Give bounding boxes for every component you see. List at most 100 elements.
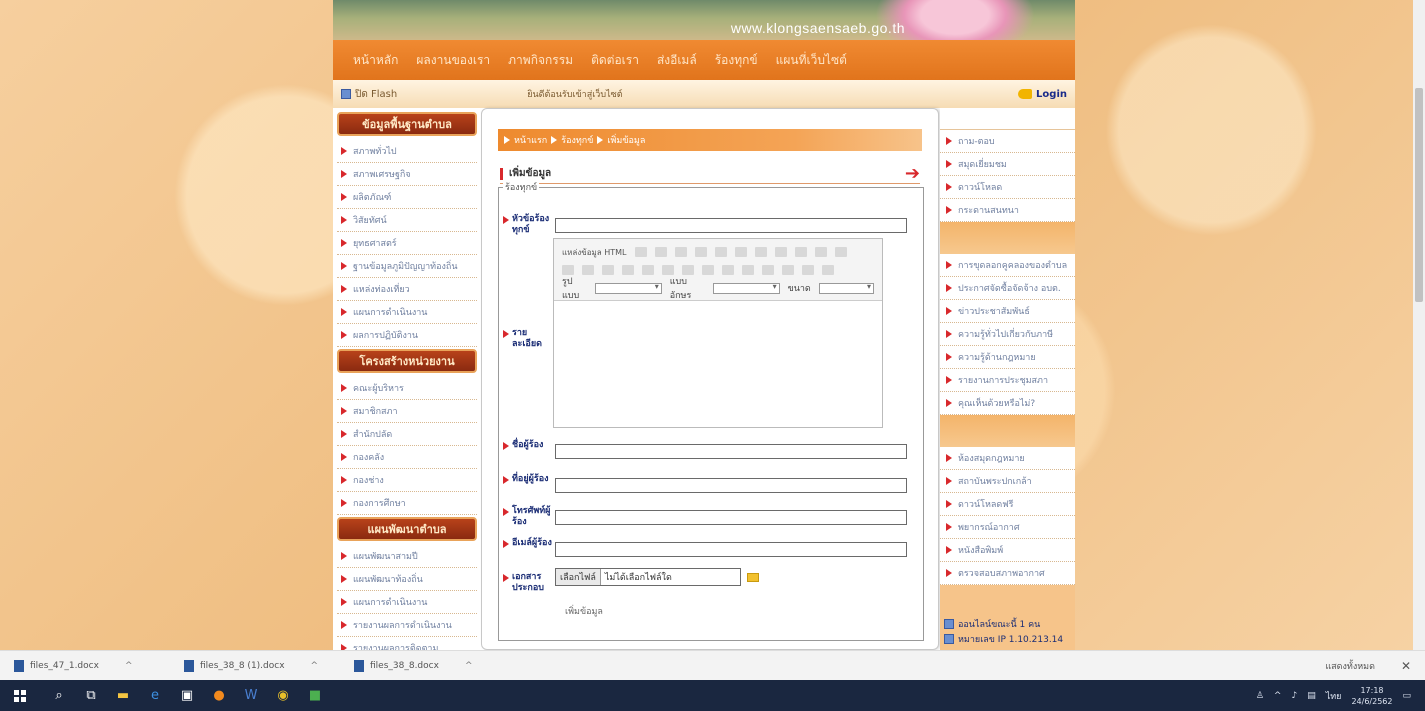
left-item[interactable]: สภาพทั่วไป — [337, 140, 477, 163]
right-item[interactable]: หนังสือพิมพ์ — [940, 539, 1075, 562]
chevron-up-icon[interactable]: ^ — [1274, 691, 1282, 701]
right-item[interactable]: ถาม-ตอบ — [940, 130, 1075, 153]
justify-icon[interactable] — [762, 265, 774, 275]
chrome-icon[interactable]: ◉ — [270, 680, 296, 711]
word-icon[interactable]: W — [238, 680, 264, 711]
left-item[interactable]: กองการศึกษา — [337, 492, 477, 515]
left-item[interactable]: สภาพเศรษฐกิจ — [337, 163, 477, 186]
network-icon[interactable]: ▤ — [1307, 691, 1316, 701]
show-all-link[interactable]: แสดงทั้งหมด — [1325, 659, 1375, 673]
paste-text-icon[interactable] — [622, 265, 634, 275]
left-item[interactable]: คณะผู้บริหาร — [337, 377, 477, 400]
left-item[interactable]: ผลิตภัณฑ์ — [337, 186, 477, 209]
left-item[interactable]: สมาชิกสภา — [337, 400, 477, 423]
download-item[interactable]: files_38_8 (1).docx ^ — [170, 659, 340, 672]
right-item[interactable]: ความรู้ทั่วไปเกี่ยวกับภาษี — [940, 323, 1075, 346]
left-item[interactable]: กองคลัง — [337, 446, 477, 469]
flash-toggle[interactable]: ปิด Flash — [341, 87, 397, 102]
task-view-icon[interactable]: ⧉ — [78, 680, 104, 711]
right-item[interactable]: การขุดลอกคูคลองของตำบล — [940, 254, 1075, 277]
edge-icon[interactable]: e — [142, 680, 168, 711]
firefox-icon[interactable]: ● — [206, 680, 232, 711]
right-item[interactable]: สมุดเยี่ยมชม — [940, 153, 1075, 176]
app-icon[interactable]: ■ — [302, 680, 328, 711]
subject-input[interactable] — [555, 218, 907, 233]
paste-word-icon[interactable] — [642, 265, 654, 275]
volume-icon[interactable]: ♪ — [1291, 691, 1297, 701]
nav-complaint[interactable]: ร้องทุกข์ — [715, 51, 758, 70]
italic-icon[interactable] — [654, 247, 667, 257]
download-item[interactable]: files_38_8.docx ^ — [340, 659, 510, 672]
right-item[interactable]: สถาบันพระปกเกล้า — [940, 470, 1075, 493]
page-scrollbar[interactable] — [1413, 0, 1425, 650]
link-icon[interactable] — [782, 265, 794, 275]
left-item[interactable]: ยุทธศาสตร์ — [337, 232, 477, 255]
anchor-icon[interactable] — [822, 265, 834, 275]
outdent-icon[interactable] — [794, 247, 807, 257]
indent-icon[interactable] — [814, 247, 827, 257]
bullet-list-icon[interactable] — [774, 247, 787, 257]
right-item[interactable]: ตรวจสอบสภาพอากาศ — [940, 562, 1075, 585]
right-item[interactable]: ห้องสมุดกฎหมาย — [940, 447, 1075, 470]
strikethrough-icon[interactable] — [694, 247, 707, 257]
subscript-icon[interactable] — [714, 247, 727, 257]
people-icon[interactable]: ♙ — [1256, 691, 1264, 701]
nav-contact[interactable]: ติดต่อเรา — [591, 51, 639, 70]
size-select[interactable] — [818, 282, 874, 294]
underline-icon[interactable] — [674, 247, 687, 257]
name-input[interactable] — [555, 444, 907, 459]
right-item[interactable]: คุณเห็นด้วยหรือไม่? — [940, 392, 1075, 415]
left-item[interactable]: ฐานข้อมูลภูมิปัญญาท้องถิ่น — [337, 255, 477, 278]
right-item[interactable]: รายงานการประชุมสภา — [940, 369, 1075, 392]
left-item[interactable]: แผนพัฒนาท้องถิ่น — [337, 568, 477, 591]
format-select[interactable] — [595, 282, 662, 294]
numbered-list-icon[interactable] — [754, 247, 767, 257]
nav-activities[interactable]: ภาพกิจกรรม — [508, 51, 573, 70]
right-item[interactable]: ดาวน์โหลด — [940, 176, 1075, 199]
right-item[interactable]: กระดานสนทนา — [940, 199, 1075, 222]
clock[interactable]: 17:18 24/6/2562 — [1351, 685, 1392, 707]
bold-icon[interactable] — [634, 247, 647, 257]
editor-body[interactable] — [554, 301, 882, 427]
left-item[interactable]: รายงานผลการดำเนินงาน — [337, 614, 477, 637]
crumb-home[interactable]: หน้าแรก — [514, 133, 547, 147]
left-item[interactable]: วิสัยทัศน์ — [337, 209, 477, 232]
store-icon[interactable]: ▣ — [174, 680, 200, 711]
file-input[interactable]: เลือกไฟล์ ไม่ได้เลือกไฟล์ใด — [555, 568, 741, 586]
left-item[interactable]: แผนการดำเนินงาน — [337, 591, 477, 614]
notifications-icon[interactable]: ▭ — [1402, 691, 1411, 701]
address-input[interactable] — [555, 478, 907, 493]
align-center-icon[interactable] — [722, 265, 734, 275]
crumb-complaint[interactable]: ร้องทุกข์ — [561, 133, 593, 147]
language-indicator[interactable]: ไทย — [1326, 689, 1342, 703]
login-link[interactable]: Login — [1018, 89, 1067, 100]
search-icon[interactable]: ⌕ — [46, 680, 72, 711]
left-item[interactable]: แหล่งท่องเที่ยว — [337, 278, 477, 301]
left-item[interactable]: ผลการปฏิบัติงาน — [337, 324, 477, 347]
nav-home[interactable]: หน้าหลัก — [353, 51, 398, 70]
left-item[interactable]: แผนการดำเนินงาน — [337, 301, 477, 324]
source-html-button[interactable]: แหล่งข้อมูล HTML — [562, 246, 627, 259]
scrollbar-thumb[interactable] — [1415, 88, 1423, 302]
download-item[interactable]: files_47_1.docx ^ — [0, 659, 170, 672]
choose-file-button[interactable]: เลือกไฟล์ — [556, 569, 601, 585]
align-right-icon[interactable] — [742, 265, 754, 275]
left-item[interactable]: สำนักปลัด — [337, 423, 477, 446]
nav-sitemap[interactable]: แผนที่เว็บไซต์ — [776, 51, 847, 70]
paste-icon[interactable] — [602, 265, 614, 275]
submit-button[interactable]: เพิ่มข้อมูล — [559, 602, 609, 620]
nav-works[interactable]: ผลงานของเรา — [416, 51, 490, 70]
right-item[interactable]: ข่าวประชาสัมพันธ์ — [940, 300, 1075, 323]
left-item[interactable]: แผนพัฒนาสามปี — [337, 545, 477, 568]
right-item[interactable]: ประกาศจัดซื้อจัดจ้าง อบต. — [940, 277, 1075, 300]
font-select[interactable] — [713, 282, 780, 294]
left-item[interactable]: กองช่าง — [337, 469, 477, 492]
chevron-up-icon[interactable]: ^ — [125, 661, 133, 671]
chevron-up-icon[interactable]: ^ — [311, 661, 319, 671]
nav-email[interactable]: ส่งอีเมล์ — [657, 51, 697, 70]
close-icon[interactable]: ✕ — [1401, 659, 1411, 673]
phone-input[interactable] — [555, 510, 907, 525]
right-item[interactable]: ดาวน์โหลดฟรี — [940, 493, 1075, 516]
chevron-up-icon[interactable]: ^ — [465, 661, 473, 671]
unlink-icon[interactable] — [802, 265, 814, 275]
